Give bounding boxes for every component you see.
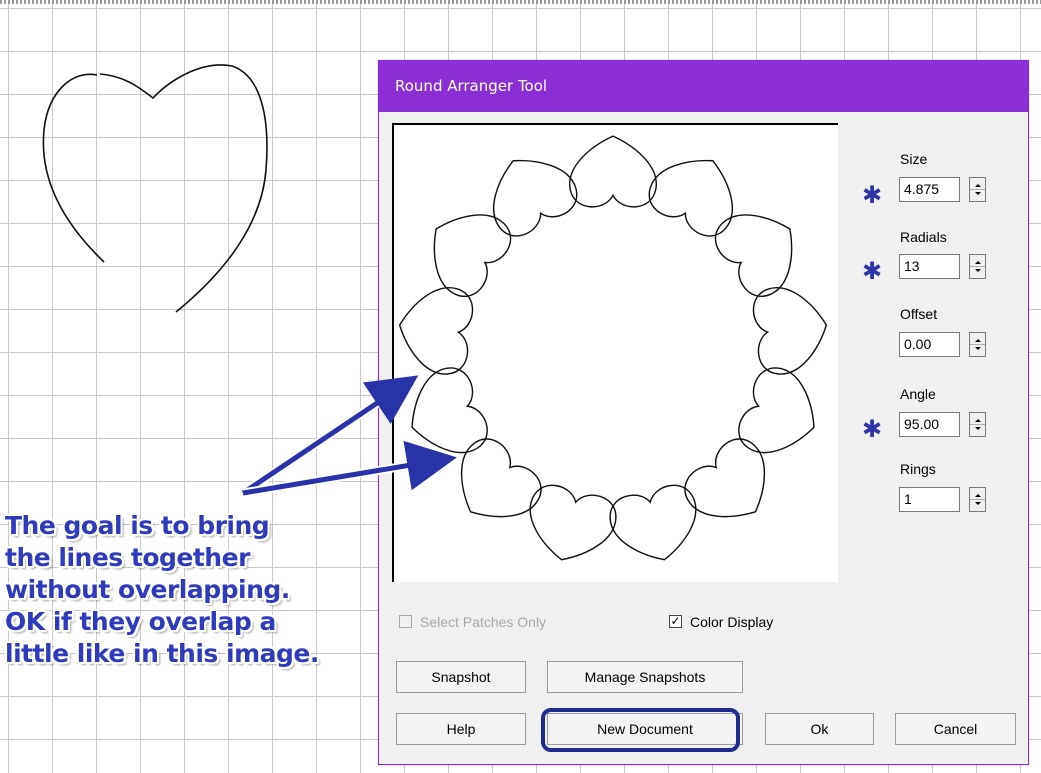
size-input[interactable]: 4.875 bbox=[899, 177, 960, 202]
caption-line-4: OK if they overlap a bbox=[5, 607, 276, 636]
caption-line-2: the lines together bbox=[5, 543, 250, 572]
radials-star-icon: ✱ bbox=[862, 257, 883, 285]
manage-snapshots-button[interactable]: Manage Snapshots bbox=[547, 661, 743, 693]
rings-label: Rings bbox=[900, 461, 936, 477]
preview-heart bbox=[648, 159, 734, 237]
spin-up-icon[interactable] bbox=[975, 494, 981, 497]
offset-input[interactable]: 0.00 bbox=[899, 332, 960, 357]
color-display-checkbox[interactable]: ✓ bbox=[669, 615, 682, 628]
radials-spinner[interactable] bbox=[969, 254, 986, 279]
dialog-title: Round Arranger Tool bbox=[379, 61, 1028, 112]
spin-down-icon[interactable] bbox=[975, 502, 981, 505]
caption-line-1: The goal is to bring bbox=[5, 511, 270, 540]
offset-label: Offset bbox=[900, 306, 938, 322]
round-arranger-dialog: Round Arranger Tool Size ✱ 4.875 Radials… bbox=[378, 60, 1029, 765]
cancel-button[interactable]: Cancel bbox=[895, 713, 1016, 745]
spin-up-icon[interactable] bbox=[975, 419, 981, 422]
angle-spinner[interactable] bbox=[969, 412, 986, 437]
angle-star-icon: ✱ bbox=[862, 415, 883, 443]
heart-ring-preview bbox=[398, 135, 828, 561]
arrangement-preview bbox=[392, 123, 838, 582]
size-star-icon: ✱ bbox=[862, 181, 883, 209]
preview-heart bbox=[433, 214, 512, 297]
spin-down-icon[interactable] bbox=[975, 192, 981, 195]
preview-heart bbox=[492, 159, 578, 237]
spin-down-icon[interactable] bbox=[975, 427, 981, 430]
caption-line-5: little like in this image. bbox=[5, 639, 319, 668]
preview-heart bbox=[738, 367, 815, 454]
ok-button[interactable]: Ok bbox=[765, 713, 874, 745]
preview-heart bbox=[609, 484, 697, 561]
angle-label: Angle bbox=[900, 386, 936, 402]
preview-heart bbox=[569, 135, 657, 208]
rings-spinner[interactable] bbox=[969, 487, 986, 512]
spin-up-icon[interactable] bbox=[975, 261, 981, 264]
help-button[interactable]: Help bbox=[396, 713, 526, 745]
angle-input[interactable]: 95.00 bbox=[899, 412, 960, 437]
caption-line-3: without overlapping. bbox=[5, 575, 290, 604]
annotation-caption: The goal is to bring the lines together … bbox=[5, 510, 385, 670]
size-spinner[interactable] bbox=[969, 177, 986, 202]
preview-heart bbox=[411, 367, 488, 454]
preview-heart bbox=[529, 484, 617, 561]
spin-down-icon[interactable] bbox=[975, 347, 981, 350]
select-patches-only-checkbox bbox=[399, 615, 412, 628]
snapshot-button[interactable]: Snapshot bbox=[396, 661, 526, 693]
new-document-highlight bbox=[541, 708, 740, 752]
offset-spinner[interactable] bbox=[969, 332, 986, 357]
spin-up-icon[interactable] bbox=[975, 339, 981, 342]
size-label: Size bbox=[900, 151, 928, 167]
preview-heart bbox=[714, 214, 793, 297]
color-display-label[interactable]: Color Display bbox=[690, 614, 773, 630]
radials-label: Radials bbox=[900, 229, 947, 245]
radials-input[interactable]: 13 bbox=[899, 254, 960, 279]
spin-down-icon[interactable] bbox=[975, 269, 981, 272]
spin-up-icon[interactable] bbox=[975, 184, 981, 187]
select-patches-only-label: Select Patches Only bbox=[420, 614, 547, 630]
rings-input[interactable]: 1 bbox=[899, 487, 960, 512]
